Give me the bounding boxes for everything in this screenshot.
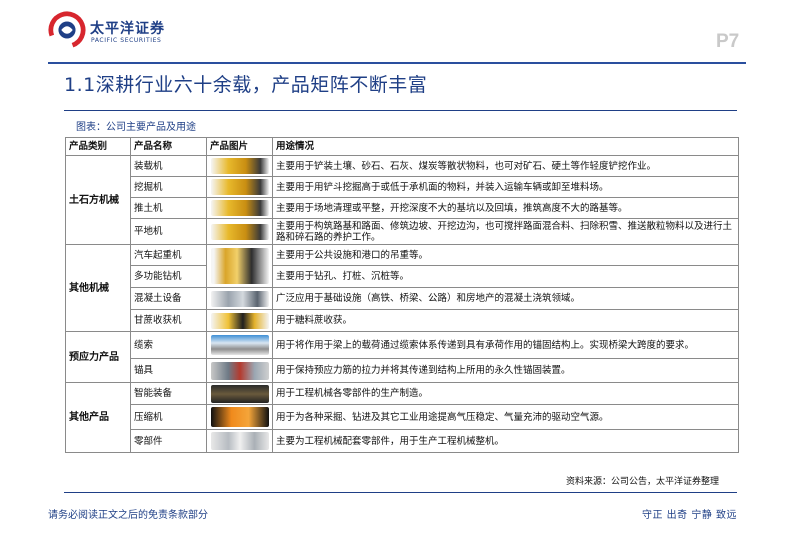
table-row: 零部件 主要为工程机械配套零部件，用于生产工程机械整机。	[66, 429, 739, 453]
table-row: 混凝土设备 广泛应用于基础设施（高铁、桥梁、公路）和房地产的混凝土浇筑领域。	[66, 287, 739, 310]
product-image-cell	[206, 331, 273, 359]
product-usage: 用于保持预应力筋的拉力并将其传递到结构上所用的永久性锚固装置。	[272, 358, 739, 383]
logo-chinese-name: 太平洋证券	[90, 21, 165, 37]
product-name: 平地机	[130, 218, 207, 245]
product-name: 多功能钻机	[130, 265, 207, 288]
header-category: 产品类别	[65, 137, 131, 156]
excavator-photo	[210, 179, 269, 195]
product-image-cell	[206, 287, 273, 310]
product-image-cell	[206, 404, 273, 430]
header-usage: 用途情况	[272, 137, 739, 156]
category-cell: 其他机械	[65, 244, 131, 332]
table-row: 挖掘机 主要用于用铲斗挖掘高于或低于承机面的物料，并装入运输车辆或卸至堆料场。	[66, 176, 739, 198]
company-logo: 太平洋证券 PACIFIC SECURITIES	[48, 10, 176, 56]
table-row: 土石方机械 装载机 主要用于铲装土壤、砂石、石灰、煤炭等散状物料，也可对矿石、硬…	[65, 155, 739, 245]
table-row: 推土机 主要用于场地清理或平整，开挖深度不大的基坑以及回填，推筑高度不大的路基等…	[66, 197, 739, 219]
product-image-cell	[206, 244, 273, 288]
category-cell: 预应力产品	[65, 331, 131, 383]
product-usage: 主要用于构筑路基和路面、修筑边坡、开挖边沟，也可搅拌路面混合料、扫除积雪、推送散…	[272, 218, 739, 245]
product-name: 装载机	[130, 155, 207, 177]
sugarcane-harvester-photo	[210, 312, 269, 329]
grader-photo	[210, 223, 269, 240]
concrete-equipment-photo	[210, 290, 269, 307]
product-name: 压缩机	[130, 404, 207, 430]
product-usage: 广泛应用于基础设施（高铁、桥梁、公路）和房地产的混凝土浇筑领域。	[272, 287, 739, 310]
table-row: 其他产品 智能装备 用于工程机械各零部件的生产制造。	[65, 382, 739, 453]
product-usage: 主要用于公共设施和港口的吊重等。	[272, 244, 739, 266]
header-product-name: 产品名称	[130, 137, 207, 156]
product-name: 零部件	[130, 429, 207, 453]
product-image-cell	[206, 358, 273, 383]
product-image-cell	[206, 382, 273, 405]
product-usage: 主要用于铲装土壤、砂石、石灰、煤炭等散状物料，也可对矿石、硬土等作轻度铲挖作业。	[272, 155, 739, 177]
cable-photo	[210, 335, 269, 355]
product-image-cell	[206, 429, 273, 453]
product-image-cell	[206, 309, 273, 332]
parts-photo	[210, 432, 269, 450]
product-usage: 主要用于钻孔、打桩、沉桩等。	[272, 265, 739, 288]
motto-text: 守正 出奇 宁静 致远	[642, 510, 738, 521]
source-note: 资料来源：公司公告，太平洋证券整理	[566, 477, 720, 487]
table-row: 其他机械 汽车起重机 主要用于公共设施和港口的吊重等。	[65, 244, 739, 332]
table-row: 压缩机 用于为各种采掘、钻进及其它工业用途提高气压稳定、气量充沛的驱动空气源。	[66, 404, 739, 430]
table-row: 甘蔗收获机 用于糖料蔗收获。	[66, 309, 739, 332]
smart-equipment-photo	[210, 384, 269, 403]
product-table: 产品类别 产品名称 产品图片 用途情况 土石方机械 装载机 主要用于铲装土壤、砂…	[65, 137, 739, 453]
table-row: 预应力产品 缆索 用于将作用于梁上的载荷通过缆索体系传递到具有承荷作用的锚固结构…	[65, 331, 739, 383]
category-cell: 其他产品	[65, 382, 131, 453]
logo-english-name: PACIFIC SECURITIES	[91, 37, 162, 44]
loader-photo	[210, 158, 269, 174]
product-name: 推土机	[130, 197, 207, 219]
product-name: 甘蔗收获机	[130, 309, 207, 332]
truck-crane-photo	[210, 248, 269, 284]
product-name: 挖掘机	[130, 176, 207, 198]
header-product-image: 产品图片	[206, 137, 273, 156]
product-name: 混凝土设备	[130, 287, 207, 310]
product-usage: 主要用于用铲斗挖掘高于或低于承机面的物料，并装入运输车辆或卸至堆料场。	[272, 176, 739, 198]
page-number: P7	[716, 31, 740, 52]
disclaimer-text: 请务必阅读正文之后的免责条款部分	[48, 510, 208, 521]
category-cell: 土石方机械	[65, 155, 131, 245]
logo-mark-icon	[48, 11, 86, 49]
product-usage: 用于将作用于梁上的载荷通过缆索体系传递到具有承荷作用的锚固结构上。实现桥梁大跨度…	[272, 331, 739, 359]
header-divider	[48, 62, 746, 64]
title-divider	[64, 110, 737, 111]
anchor-photo	[210, 361, 269, 380]
bulldozer-photo	[210, 200, 269, 216]
footer-divider	[64, 492, 737, 493]
table-row: 平地机 主要用于构筑路基和路面、修筑边坡、开挖边沟，也可搅拌路面混合料、扫除积雪…	[66, 218, 739, 245]
product-usage: 用于糖料蔗收获。	[272, 309, 739, 332]
product-usage: 用于为各种采掘、钻进及其它工业用途提高气压稳定、气量充沛的驱动空气源。	[272, 404, 739, 430]
product-name: 智能装备	[130, 382, 207, 405]
product-image-cell	[206, 218, 273, 245]
product-image-cell	[206, 176, 273, 198]
table-header-row: 产品类别 产品名称 产品图片 用途情况	[65, 137, 739, 156]
table-caption: 图表：公司主要产品及用途	[76, 122, 196, 133]
product-usage: 用于工程机械各零部件的生产制造。	[272, 382, 739, 405]
product-usage: 主要为工程机械配套零部件，用于生产工程机械整机。	[272, 429, 739, 453]
product-image-cell	[206, 155, 273, 177]
table-row: 锚具 用于保持预应力筋的拉力并将其传递到结构上所用的永久性锚固装置。	[66, 358, 739, 383]
product-name: 锚具	[130, 358, 207, 383]
product-name: 缆索	[130, 331, 207, 359]
product-image-cell	[206, 197, 273, 219]
product-name: 汽车起重机	[130, 244, 207, 266]
table-row: 多功能钻机 主要用于钻孔、打桩、沉桩等。	[66, 265, 739, 288]
page-title: 1.1深耕行业六十余载，产品矩阵不断丰富	[64, 74, 428, 96]
compressor-photo	[210, 407, 269, 427]
product-usage: 主要用于场地清理或平整，开挖深度不大的基坑以及回填，推筑高度不大的路基等。	[272, 197, 739, 219]
